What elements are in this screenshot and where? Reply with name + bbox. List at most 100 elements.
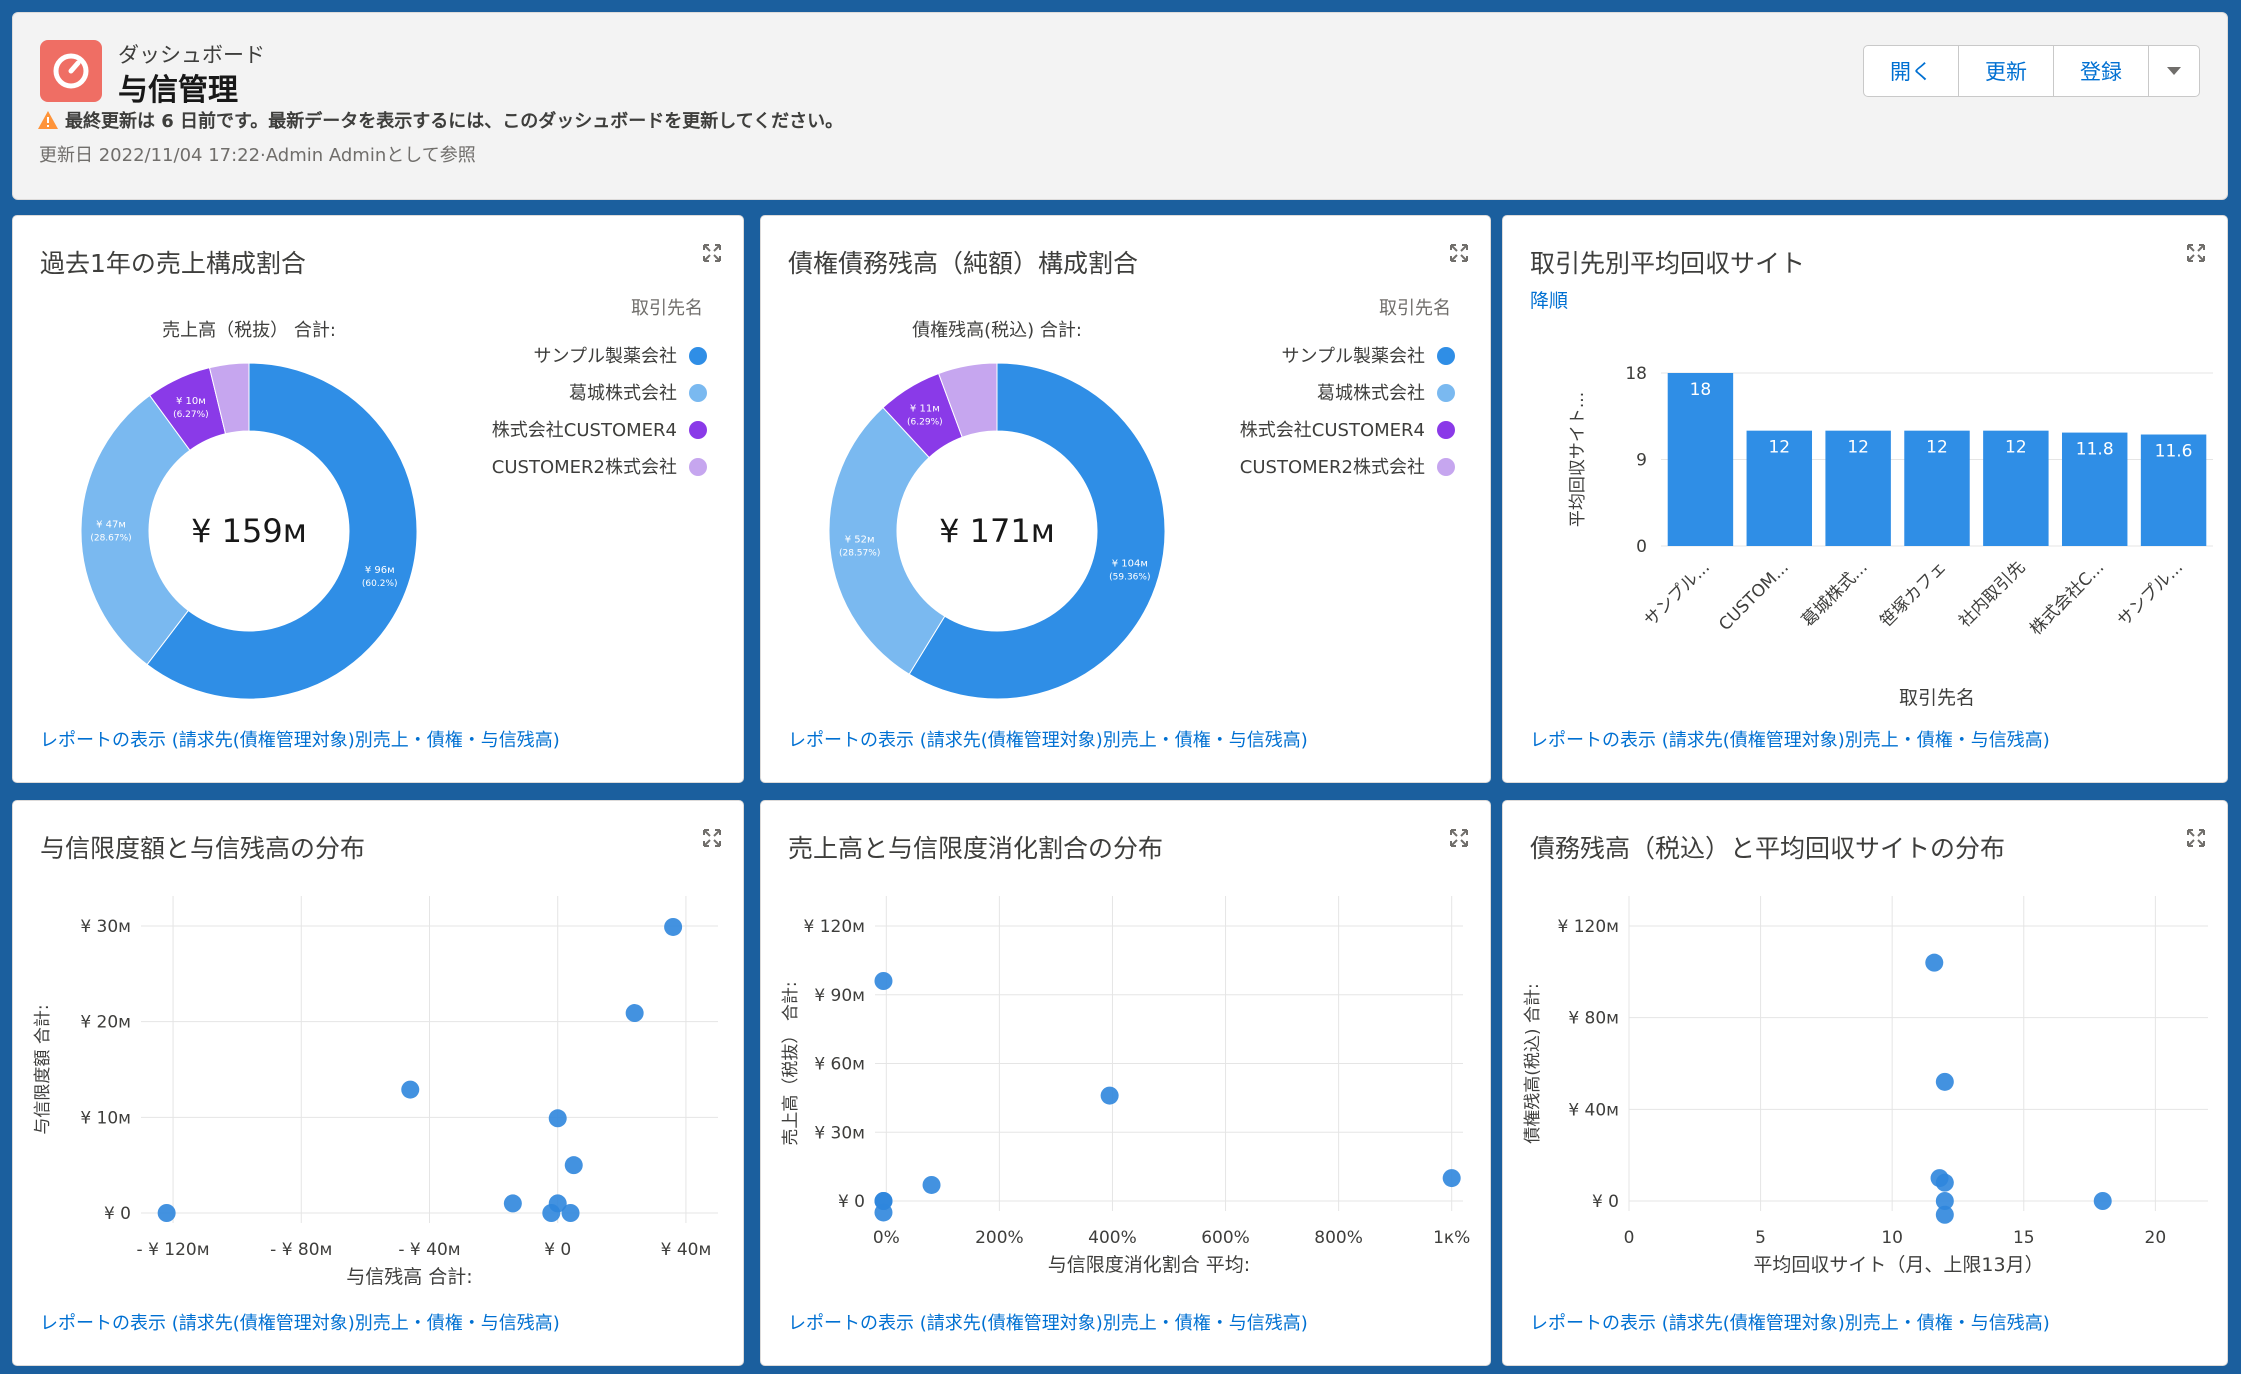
card-avg-collection-site: 取引先別平均回収サイト 降順 18 9 0 18 サンプル... 12 CUSTOM... 1…	[1502, 215, 2228, 783]
scatter-point	[548, 1109, 567, 1128]
x-tick-label: 800%	[1314, 1228, 1363, 1248]
dashboard-app-icon	[40, 40, 102, 102]
scatter-credit: - ¥ 120м - ¥ 80м - ¥ 40м ¥ 0 ¥ 40м ¥ 0 ¥ 10м ¥ …	[33, 896, 718, 1288]
subscribe-button[interactable]: 登録	[2053, 45, 2149, 97]
y-tick-label: ¥ 0	[1592, 1192, 1619, 1212]
legend-swatch	[689, 421, 707, 439]
more-actions-button[interactable]	[2148, 45, 2200, 97]
stale-warning: 最終更新は 6 日前です。最新データを表示するには、このダッシュボードを更新して…	[37, 107, 843, 133]
bar-value-label: 12	[1847, 438, 1869, 458]
x-axis-title: 与信残高 合計:	[346, 1266, 472, 1288]
y-tick-label: ¥ 20м	[80, 1013, 131, 1033]
legend-swatch	[1437, 384, 1455, 402]
donut-center-total: ¥ 171м	[939, 512, 1055, 550]
x-tick-label: - ¥ 80м	[270, 1240, 332, 1260]
scatter-point	[157, 1204, 176, 1222]
slice-value-label: ¥ 10м	[176, 396, 206, 407]
x-tick-label: 0%	[873, 1228, 900, 1248]
x-tick-label: 10	[1881, 1228, 1903, 1248]
x-tick-label: 200%	[975, 1228, 1024, 1248]
legend-title: 取引先名	[631, 298, 703, 319]
slice-value-label: ¥ 47м	[96, 520, 126, 531]
scatter-point	[1925, 953, 1944, 972]
scatter-point	[664, 917, 683, 936]
x-tick-label: サンプル...	[2114, 557, 2187, 630]
bar-value-label: 12	[1926, 438, 1948, 458]
y-axis-title: 売上高（税抜） 合計:	[781, 981, 801, 1145]
y-tick-label: ¥ 30м	[80, 917, 131, 937]
y-axis-title: 平均回収サイト...	[1568, 392, 1588, 527]
y-tick-label: ¥ 30м	[814, 1123, 865, 1143]
y-tick-label: ¥ 120м	[804, 917, 866, 937]
y-tick-label: ¥ 0	[104, 1204, 131, 1224]
bar-value-label: 11.6	[2155, 442, 2193, 462]
x-tick-label: - ¥ 40м	[398, 1240, 460, 1260]
slice-value-label: ¥ 104м	[1112, 558, 1148, 569]
scatter-point	[874, 972, 893, 990]
card-receivable-composition: 債権債務残高（純額）構成割合 債権残高(税込) 合計: ¥ 104м (59.36%…	[760, 215, 1491, 783]
slice-pct-label: (6.27%)	[173, 410, 209, 420]
y-tick-label: ¥ 10м	[80, 1108, 131, 1128]
scatter-point	[564, 1156, 583, 1175]
report-link[interactable]: レポートの表示 (請求先(債権管理対象)別売上・債権・与信残高)	[788, 726, 1308, 752]
legend-item-label: CUSTOMER2株式会社	[1240, 457, 1425, 478]
x-tick-label: - ¥ 120м	[137, 1240, 210, 1260]
bar-value-label: 12	[2005, 438, 2027, 458]
warning-icon	[38, 111, 58, 129]
y-tick-label: 9	[1636, 451, 1647, 471]
bar-value-label: 11.8	[2076, 440, 2114, 460]
x-tick-label: 0	[1624, 1228, 1635, 1248]
donut-chart-receivable: 債権残高(税込) 合計: ¥ 104м (59.36%) ¥ 52м (28.57%) ¥…	[828, 298, 1455, 700]
legend-item-label: 株式会社CUSTOMER4	[492, 420, 677, 441]
x-tick-label: 社内取引先	[1955, 557, 2029, 631]
report-link[interactable]: レポートの表示 (請求先(債権管理対象)別売上・債権・与信残高)	[1530, 1309, 2050, 1335]
report-link[interactable]: レポートの表示 (請求先(債権管理対象)別売上・債権・与信残高)	[40, 726, 560, 752]
card-sales-credit-ratio: 売上高と与信限度消化割合の分布 0% 200% 400% 600% 800% 1к% ¥ 0…	[760, 800, 1491, 1366]
report-link[interactable]: レポートの表示 (請求先(債権管理対象)別売上・債権・与信残高)	[788, 1309, 1308, 1335]
x-tick-label: 葛城株式...	[1798, 557, 1872, 631]
x-tick-label: 400%	[1088, 1228, 1137, 1248]
legend-swatch	[689, 458, 707, 476]
scatter-point	[401, 1080, 420, 1099]
slice-pct-label: (28.67%)	[90, 534, 131, 544]
report-link[interactable]: レポートの表示 (請求先(債権管理対象)別売上・債権・与信残高)	[40, 1309, 560, 1335]
y-tick-label: 0	[1636, 537, 1647, 557]
scatter-point	[503, 1194, 522, 1213]
y-tick-label: ¥ 90м	[814, 986, 865, 1006]
legend-swatch	[1437, 347, 1455, 365]
scatter-point	[561, 1204, 580, 1222]
x-axis-title: 与信限度消化割合 平均:	[1048, 1254, 1250, 1276]
x-axis-title: 取引先名	[1899, 687, 1975, 709]
y-tick-label: ¥ 0	[838, 1192, 865, 1212]
scatter-point	[1442, 1169, 1461, 1188]
open-button[interactable]: 開く	[1863, 45, 1959, 97]
y-tick-label: ¥ 40м	[1568, 1100, 1619, 1120]
scatter-point	[1935, 1072, 1954, 1091]
x-tick-label: ¥ 40м	[661, 1240, 712, 1260]
slice-value-label: ¥ 11м	[910, 403, 940, 414]
x-axis-title: 平均回収サイト（月、上限13月）	[1753, 1254, 2043, 1276]
y-tick-label: 18	[1625, 364, 1647, 384]
chevron-down-icon	[2167, 67, 2181, 75]
legend-item-label: 株式会社CUSTOMER4	[1240, 420, 1425, 441]
slice-value-label: ¥ 52м	[845, 534, 875, 545]
scatter-debt-site: 0 5 10 15 20 ¥ 0 ¥ 40м ¥ 80м ¥ 120м 平均回収サイト（月、上限1…	[1523, 896, 2208, 1276]
legend-title: 取引先名	[1379, 298, 1451, 319]
slice-pct-label: (6.29%)	[907, 417, 943, 427]
scatter-point	[1935, 1205, 1954, 1224]
refresh-button[interactable]: 更新	[1958, 45, 2054, 97]
scatter-point	[1100, 1086, 1119, 1105]
report-link[interactable]: レポートの表示 (請求先(債権管理対象)別売上・債権・与信残高)	[1530, 726, 2050, 752]
bar-value-label: 18	[1690, 380, 1712, 400]
page-title: 与信管理	[118, 73, 238, 108]
scatter-point	[1935, 1173, 1954, 1192]
slice-value-label: ¥ 96м	[365, 565, 395, 576]
legend-swatch	[689, 384, 707, 402]
legend-swatch	[1437, 421, 1455, 439]
updated-info: 更新日 2022/11/04 17:22·Admin Adminとして参照	[39, 145, 476, 166]
y-tick-label: ¥ 60м	[814, 1055, 865, 1075]
y-tick-label: ¥ 80м	[1568, 1009, 1619, 1029]
scatter-point	[922, 1175, 941, 1194]
x-tick-label: 株式会社C...	[2026, 557, 2108, 639]
warning-text: 最終更新は 6 日前です。最新データを表示するには、このダッシュボードを更新して…	[65, 111, 844, 132]
